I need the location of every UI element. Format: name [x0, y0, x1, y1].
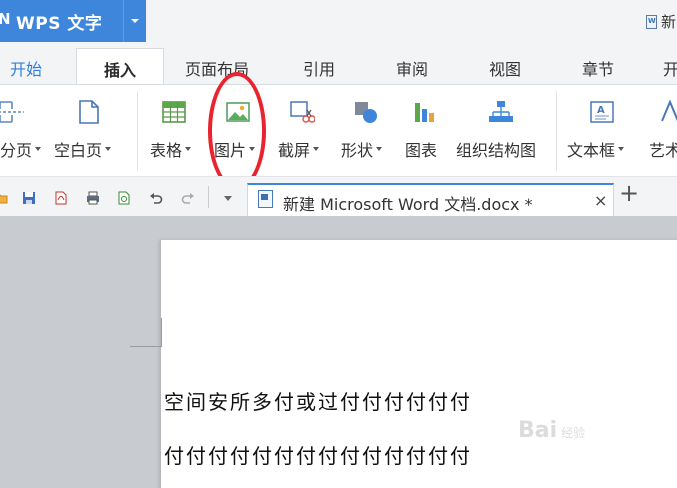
new-tab-button[interactable]: +: [619, 181, 639, 205]
document-tab-title: 新建 Microsoft Word 文档.docx *: [283, 195, 533, 214]
document-text-line[interactable]: 付付付付付付付付付付付付付付: [164, 440, 472, 469]
menu-tabs: 开始 插入 页面布局 引用 审阅 视图 章节 开: [0, 44, 677, 84]
org-chart-icon: [489, 101, 513, 122]
table-button[interactable]: 表格: [150, 85, 208, 177]
chart-button[interactable]: 图表: [405, 85, 445, 177]
caret-down-icon[interactable]: [376, 146, 383, 151]
ribbon-divider: [137, 91, 138, 171]
caret-down-icon[interactable]: [618, 146, 625, 151]
document-tab[interactable]: 新建 Microsoft Word 文档.docx * ×: [247, 183, 614, 217]
window-title-doc[interactable]: 新: [646, 11, 676, 32]
undo-icon[interactable]: [149, 191, 163, 205]
blank-page-label: 空白页: [54, 141, 103, 160]
shapes-icon: [355, 102, 377, 123]
tab-home[interactable]: 开始: [10, 56, 42, 80]
watermark-brand: Bai: [518, 418, 558, 443]
wps-app-menu-button[interactable]: N WPS 文字: [0, 0, 146, 42]
word-art-icon: [661, 99, 677, 122]
window-title-text: 新: [661, 13, 677, 31]
bar-chart-icon: [415, 103, 434, 122]
page-break-icon: [0, 101, 24, 123]
app-menu-dropdown[interactable]: [124, 0, 146, 42]
blank-page-button[interactable]: 空白页: [54, 85, 124, 177]
caret-down-icon[interactable]: [35, 146, 42, 151]
page-margin-marker: [130, 318, 162, 347]
text-box-button[interactable]: A 文本框: [567, 85, 637, 177]
tab-developer[interactable]: 开: [663, 56, 677, 80]
text-box-icon: A: [590, 101, 614, 123]
text-box-label: 文本框: [567, 141, 616, 160]
caret-down-icon[interactable]: [313, 146, 320, 151]
shape-button[interactable]: 形状: [341, 85, 397, 177]
table-label: 表格: [150, 141, 183, 160]
blank-page-icon: [79, 100, 99, 124]
title-bar: N WPS 文字 新: [0, 0, 677, 44]
table-icon: [162, 101, 186, 123]
baidu-watermark: Bai 经验: [518, 418, 585, 443]
tab-chapter[interactable]: 章节: [582, 56, 614, 80]
tab-review[interactable]: 审阅: [396, 56, 428, 80]
word-art-button[interactable]: 艺术: [649, 85, 677, 177]
customize-toolbar-dropdown[interactable]: [224, 196, 232, 201]
redo-icon[interactable]: [181, 191, 195, 205]
watermark-suffix: 经验: [561, 426, 586, 440]
chevron-down-icon: [131, 19, 139, 23]
document-text-line[interactable]: 空间安所多付或过付付付付付付: [164, 386, 472, 415]
caret-down-icon[interactable]: [185, 146, 192, 151]
caret-down-icon[interactable]: [105, 146, 112, 151]
page-break-button[interactable]: 分页: [0, 85, 44, 177]
tab-insert[interactable]: 插入: [76, 48, 164, 84]
app-name: WPS 文字: [16, 14, 103, 34]
shape-label: 形状: [341, 141, 374, 160]
open-folder-icon[interactable]: [0, 191, 8, 205]
page-break-label: 分页: [0, 141, 33, 160]
org-chart-label: 组织结构图: [456, 141, 537, 160]
screenshot-label: 截屏: [278, 141, 311, 160]
highlight-annotation: [208, 72, 266, 190]
tab-view[interactable]: 视图: [489, 56, 521, 80]
toolbar-divider: [208, 186, 209, 208]
word-art-label: 艺术: [649, 141, 677, 160]
app-logo: N: [0, 10, 11, 28]
svg-text:A: A: [597, 105, 605, 116]
org-chart-button[interactable]: 组织结构图: [456, 85, 548, 177]
screenshot-button[interactable]: 截屏: [278, 85, 330, 177]
ribbon-divider: [556, 91, 557, 171]
chart-label: 图表: [405, 141, 438, 160]
document-icon: [646, 14, 657, 29]
document-canvas: 空间安所多付或过付付付付付付 付付付付付付付付付付付付付付: [0, 216, 677, 488]
export-pdf-icon[interactable]: [54, 191, 68, 205]
word-document-icon: [258, 190, 273, 208]
insert-ribbon: 分页 空白页 表格 图片 截屏 形状 图表 组织结构图 A 文本框 艺术: [0, 84, 677, 176]
save-icon[interactable]: [22, 191, 36, 205]
tab-references[interactable]: 引用: [303, 56, 335, 80]
print-icon[interactable]: [86, 191, 100, 205]
print-preview-icon[interactable]: [117, 191, 131, 205]
close-tab-icon[interactable]: ×: [594, 191, 607, 210]
quick-access-toolbar: 新建 Microsoft Word 文档.docx * × +: [0, 176, 677, 217]
scissors-icon: [290, 101, 315, 123]
